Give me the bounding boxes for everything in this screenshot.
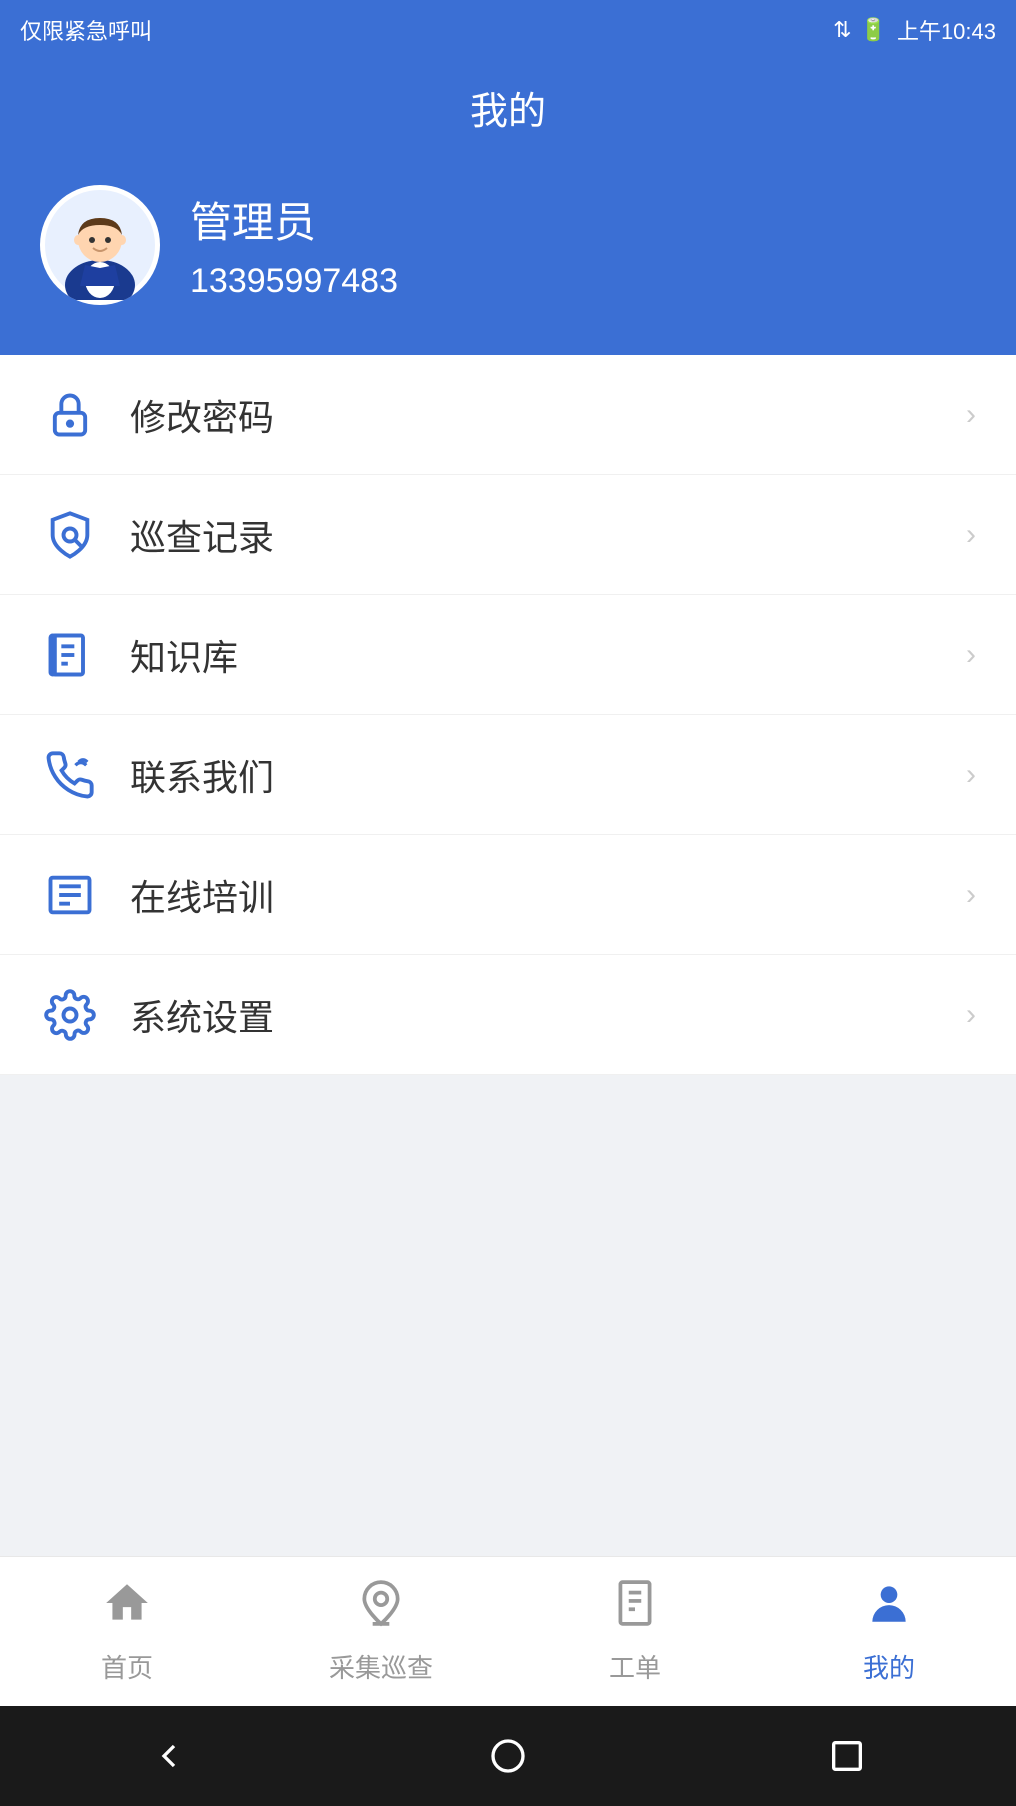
book-icon bbox=[40, 625, 100, 685]
arrow-icon-1: › bbox=[966, 518, 976, 552]
profile-name: 管理员 bbox=[190, 189, 398, 250]
nav-item-workorder[interactable]: 工单 bbox=[508, 1557, 762, 1706]
phone-icon bbox=[40, 745, 100, 805]
home-icon bbox=[102, 1578, 152, 1640]
menu-item-system-settings[interactable]: 系统设置 › bbox=[0, 955, 1016, 1075]
nav-item-patrol[interactable]: 采集巡查 bbox=[254, 1557, 508, 1706]
avatar-svg bbox=[45, 190, 155, 300]
training-icon bbox=[40, 865, 100, 925]
arrow-icon-5: › bbox=[966, 998, 976, 1032]
time-display: 上午10:43 bbox=[897, 14, 996, 46]
status-icons: ⇅ 🔋 bbox=[833, 17, 887, 43]
mine-icon bbox=[864, 1578, 914, 1640]
change-password-label: 修改密码 bbox=[130, 389, 966, 441]
system-navigation bbox=[0, 1706, 1016, 1806]
menu-list: 修改密码 › 巡查记录 › 知识库 › bbox=[0, 355, 1016, 1075]
menu-item-change-password[interactable]: 修改密码 › bbox=[0, 355, 1016, 475]
lock-icon bbox=[40, 385, 100, 445]
arrow-icon-0: › bbox=[966, 398, 976, 432]
arrow-icon-2: › bbox=[966, 638, 976, 672]
mine-nav-label: 我的 bbox=[863, 1648, 915, 1685]
patrol-records-label: 巡查记录 bbox=[130, 509, 966, 561]
profile-section: 管理员 13395997483 bbox=[0, 165, 1016, 355]
settings-icon bbox=[40, 985, 100, 1045]
profile-info: 管理员 13395997483 bbox=[190, 189, 398, 301]
arrow-icon-3: › bbox=[966, 758, 976, 792]
menu-item-online-training[interactable]: 在线培训 › bbox=[0, 835, 1016, 955]
system-settings-label: 系统设置 bbox=[130, 989, 966, 1041]
page-title: 我的 bbox=[0, 80, 1016, 165]
contact-us-label: 联系我们 bbox=[130, 749, 966, 801]
status-bar: 仅限紧急呼叫 ⇅ 🔋 上午10:43 bbox=[0, 0, 1016, 60]
page-header: 我的 bbox=[0, 60, 1016, 355]
workorder-nav-label: 工单 bbox=[609, 1648, 661, 1685]
menu-item-knowledge-base[interactable]: 知识库 › bbox=[0, 595, 1016, 715]
online-training-label: 在线培训 bbox=[130, 869, 966, 921]
signal-icon: ⇅ bbox=[833, 17, 851, 43]
bottom-navigation: 首页 采集巡查 工单 我的 bbox=[0, 1556, 1016, 1706]
back-button[interactable] bbox=[139, 1726, 199, 1786]
recent-button[interactable] bbox=[817, 1726, 877, 1786]
home-button[interactable] bbox=[478, 1726, 538, 1786]
arrow-icon-4: › bbox=[966, 878, 976, 912]
nav-item-home[interactable]: 首页 bbox=[0, 1557, 254, 1706]
battery-icon: 🔋 bbox=[860, 17, 887, 43]
profile-phone: 13395997483 bbox=[190, 262, 398, 301]
status-text: 仅限紧急呼叫 bbox=[20, 14, 152, 46]
workorder-icon bbox=[610, 1578, 660, 1640]
patrol-icon bbox=[356, 1578, 406, 1640]
gray-spacer bbox=[0, 1075, 1016, 1445]
avatar bbox=[40, 185, 160, 305]
patrol-nav-label: 采集巡查 bbox=[329, 1648, 433, 1685]
shield-search-icon bbox=[40, 505, 100, 565]
home-nav-label: 首页 bbox=[101, 1648, 153, 1685]
status-right: ⇅ 🔋 上午10:43 bbox=[833, 14, 996, 46]
menu-item-contact-us[interactable]: 联系我们 › bbox=[0, 715, 1016, 835]
knowledge-base-label: 知识库 bbox=[130, 629, 966, 681]
nav-item-mine[interactable]: 我的 bbox=[762, 1557, 1016, 1706]
menu-item-patrol-records[interactable]: 巡查记录 › bbox=[0, 475, 1016, 595]
